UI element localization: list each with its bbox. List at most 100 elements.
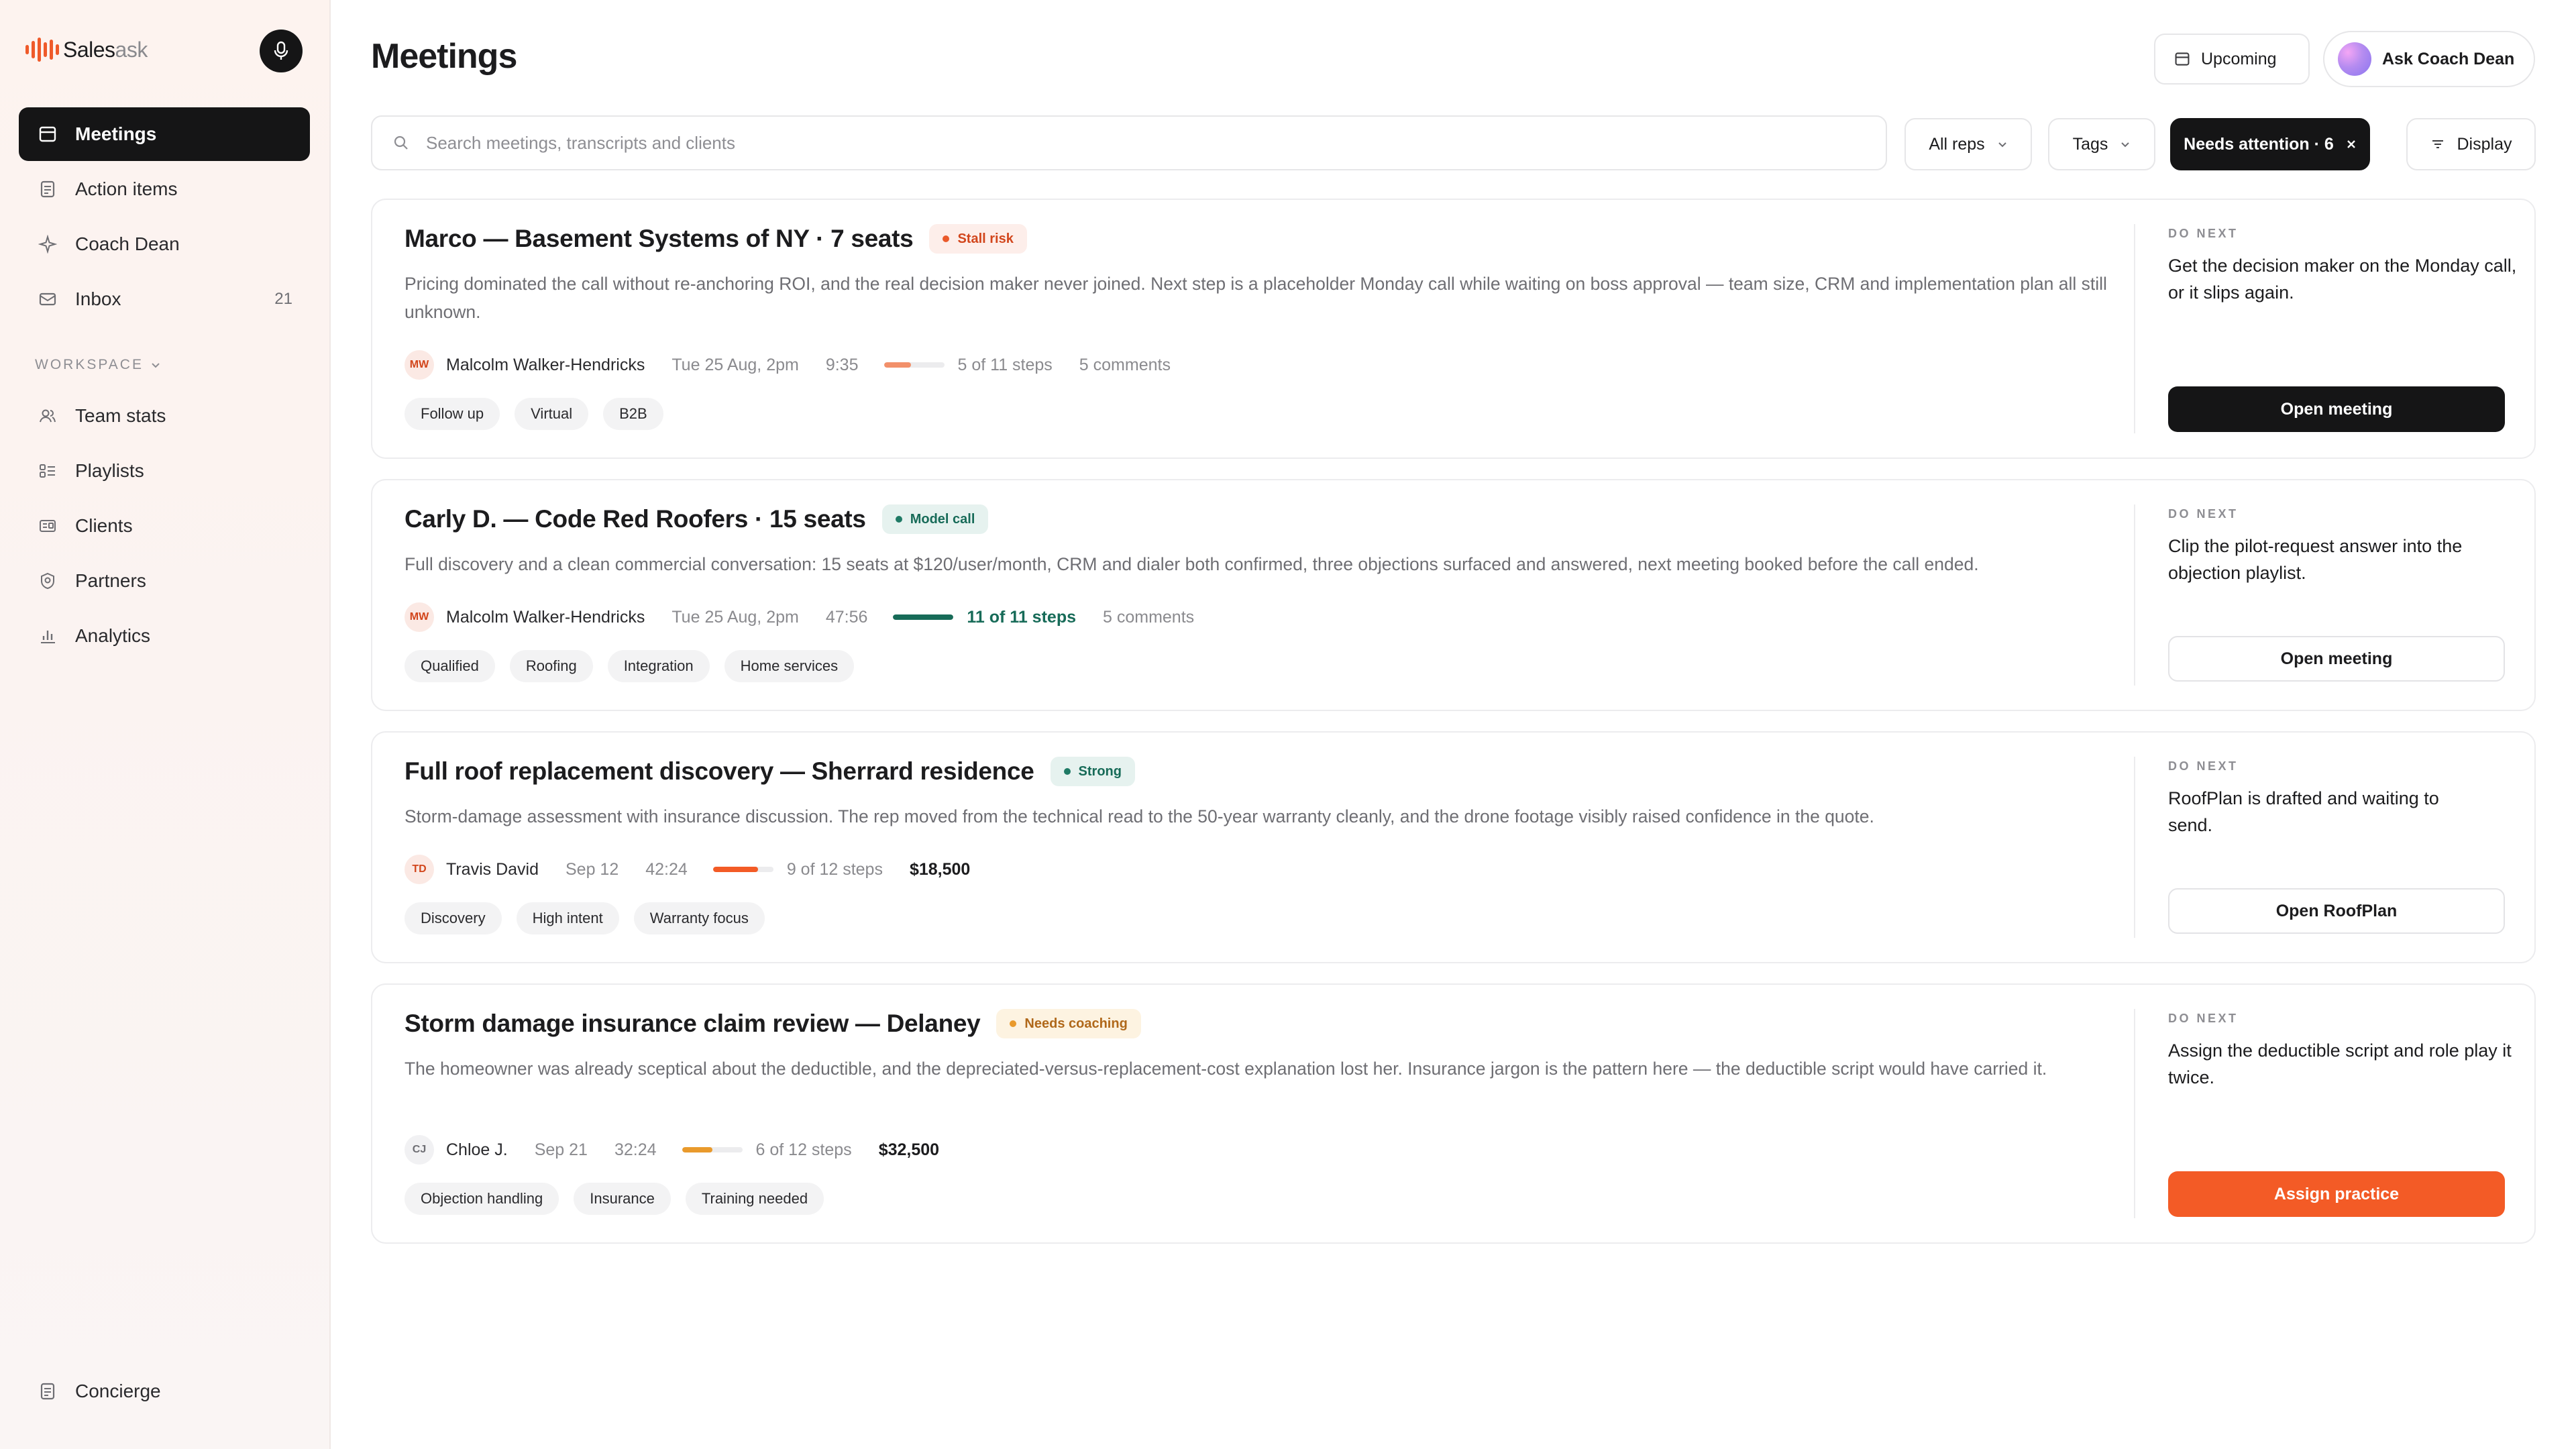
progress-fill	[682, 1147, 712, 1152]
tag-chip[interactable]: Qualified	[405, 650, 495, 682]
sidebar-item-clients[interactable]: Clients	[19, 499, 310, 553]
card-divider	[2134, 224, 2135, 433]
avatar: MW	[405, 350, 434, 380]
checklist-icon	[38, 179, 58, 199]
meeting-meta: TD Travis David Sep 12 42:24 9 of 12 ste…	[405, 855, 970, 884]
display-button[interactable]: Display	[2406, 118, 2536, 170]
ask-coach-button[interactable]: Ask Coach Dean	[2323, 31, 2535, 87]
steps-count: 5 of 11 steps	[957, 355, 1053, 374]
microphone-button[interactable]	[260, 30, 303, 72]
steps-progress-bar	[883, 362, 945, 368]
tag-chip[interactable]: Virtual	[515, 398, 589, 430]
search-bar[interactable]	[371, 115, 1887, 170]
steps-count: 6 of 12 steps	[755, 1140, 852, 1159]
sidebar-item-playlists[interactable]: Playlists	[19, 444, 310, 498]
meeting-title[interactable]: Marco — Basement Systems of NY · 7 seats	[405, 225, 914, 253]
sidebar-item-coach-dean[interactable]: Coach Dean	[19, 217, 310, 271]
status-dot	[1010, 1020, 1017, 1027]
sidebar-item-partners[interactable]: Partners	[19, 554, 310, 608]
rep-name[interactable]: Travis David	[446, 860, 539, 879]
meeting-meta: MW Malcolm Walker-Hendricks Tue 25 Aug, …	[405, 350, 1171, 380]
chevron-down-icon	[2121, 142, 2130, 148]
sidebar-item-label: Partners	[75, 570, 146, 591]
meeting-duration: 42:24	[645, 859, 688, 879]
tag-chip[interactable]: High intent	[516, 902, 619, 934]
status-badge: Model call	[881, 504, 989, 534]
open-meeting-button[interactable]: Open meeting	[2168, 636, 2505, 682]
tag-chip[interactable]: Follow up	[405, 398, 500, 430]
avatar: MW	[405, 602, 434, 632]
open-meeting-button[interactable]: Open meeting	[2168, 386, 2505, 432]
brand-logo[interactable]: Salesask	[25, 30, 148, 70]
progress-fill	[712, 867, 759, 872]
sidebar-item-meetings[interactable]: Meetings	[19, 107, 310, 161]
meeting-title[interactable]: Full roof replacement discovery — Sherra…	[405, 757, 1034, 786]
all-reps-dropdown[interactable]: All reps	[1904, 118, 2032, 170]
assign-practice-button[interactable]: Assign practice	[2168, 1171, 2505, 1217]
tags-dropdown[interactable]: Tags	[2048, 118, 2155, 170]
rep-name[interactable]: Chloe J.	[446, 1140, 508, 1160]
meeting-title[interactable]: Storm damage insurance claim review — De…	[405, 1010, 981, 1038]
tag-chip[interactable]: Insurance	[574, 1183, 671, 1215]
sidebar-item-inbox[interactable]: Inbox 21	[19, 272, 310, 326]
sidebar-item-label: Playlists	[75, 460, 144, 481]
sidebar-item-action-items[interactable]: Action items	[19, 162, 310, 216]
avatar: TD	[405, 855, 434, 884]
rep-name[interactable]: Malcolm Walker-Hendricks	[446, 608, 645, 627]
sidebar-item-concierge[interactable]: Concierge	[19, 1364, 310, 1418]
filter-lines-icon	[2432, 140, 2443, 148]
card-divider	[2134, 757, 2135, 938]
comments-count[interactable]: 5 comments	[1079, 356, 1171, 375]
tag-chip[interactable]: Roofing	[509, 650, 593, 682]
needs-attention-filter[interactable]: Needs attention · 6	[2170, 118, 2370, 170]
microphone-icon	[274, 41, 288, 60]
workspace-label: WORKSPACE	[35, 357, 144, 372]
page-title: Meetings	[371, 37, 517, 76]
card-divider	[2134, 504, 2135, 686]
search-icon	[394, 136, 408, 150]
search-input[interactable]	[426, 132, 1701, 154]
meeting-title-row: Carly D. — Code Red Roofers · 15 seats M…	[405, 504, 989, 534]
deal-amount: $32,500	[878, 1140, 940, 1159]
meeting-card[interactable]: Marco — Basement Systems of NY · 7 seats…	[371, 199, 2536, 459]
tag-chip[interactable]: Home services	[724, 650, 855, 682]
tag-chip[interactable]: Discovery	[405, 902, 502, 934]
document-icon	[38, 1381, 58, 1401]
meeting-title-row: Marco — Basement Systems of NY · 7 seats…	[405, 224, 1027, 254]
meeting-card[interactable]: Storm damage insurance claim review — De…	[371, 983, 2536, 1244]
meeting-duration: 32:24	[614, 1140, 657, 1159]
status-badge: Needs coaching	[996, 1009, 1141, 1038]
tag-list: Follow up Virtual B2B	[405, 398, 663, 430]
tag-chip[interactable]: Training needed	[685, 1183, 824, 1215]
sidebar-item-team-stats[interactable]: Team stats	[19, 389, 310, 443]
sidebar-item-label: Concierge	[75, 1381, 161, 1401]
close-icon[interactable]	[2346, 139, 2357, 150]
status-dot	[1063, 768, 1071, 775]
sidebar-item-analytics[interactable]: Analytics	[19, 609, 310, 663]
steps-progress-bar	[893, 614, 954, 620]
tags-label: Tags	[2072, 134, 2108, 154]
meeting-title[interactable]: Carly D. — Code Red Roofers · 15 seats	[405, 505, 866, 533]
tag-chip[interactable]: Integration	[607, 650, 710, 682]
upcoming-button[interactable]: Upcoming	[2154, 34, 2310, 85]
comments-count[interactable]: 5 comments	[1103, 608, 1194, 627]
needs-attention-label: Needs attention · 6	[2184, 134, 2334, 154]
workspace-section-toggle[interactable]: WORKSPACE	[35, 357, 161, 373]
do-next-label: DO NEXT	[2168, 759, 2239, 773]
meeting-summary: The homeowner was already sceptical abou…	[405, 1059, 2047, 1079]
rep-name[interactable]: Malcolm Walker-Hendricks	[446, 356, 645, 375]
open-roofplan-button[interactable]: Open RoofPlan	[2168, 888, 2505, 934]
meeting-card[interactable]: Full roof replacement discovery — Sherra…	[371, 731, 2536, 963]
meeting-card[interactable]: Carly D. — Code Red Roofers · 15 seats M…	[371, 479, 2536, 711]
id-card-icon	[38, 516, 58, 536]
status-dot	[943, 235, 950, 242]
steps-progress-bar	[682, 1147, 743, 1152]
waveform-logo-icon	[25, 36, 59, 63]
tag-chip[interactable]: Warranty focus	[633, 902, 765, 934]
workspace-nav: Team stats Playlists Clients Partners An…	[19, 389, 310, 664]
sidebar: Salesask Meetings Action items Coach Dea…	[0, 0, 331, 1449]
tag-chip[interactable]: B2B	[603, 398, 663, 430]
tag-list: Qualified Roofing Integration Home servi…	[405, 650, 855, 682]
main-nav: Meetings Action items Coach Dean Inbox 2…	[19, 107, 310, 327]
tag-chip[interactable]: Objection handling	[405, 1183, 559, 1215]
